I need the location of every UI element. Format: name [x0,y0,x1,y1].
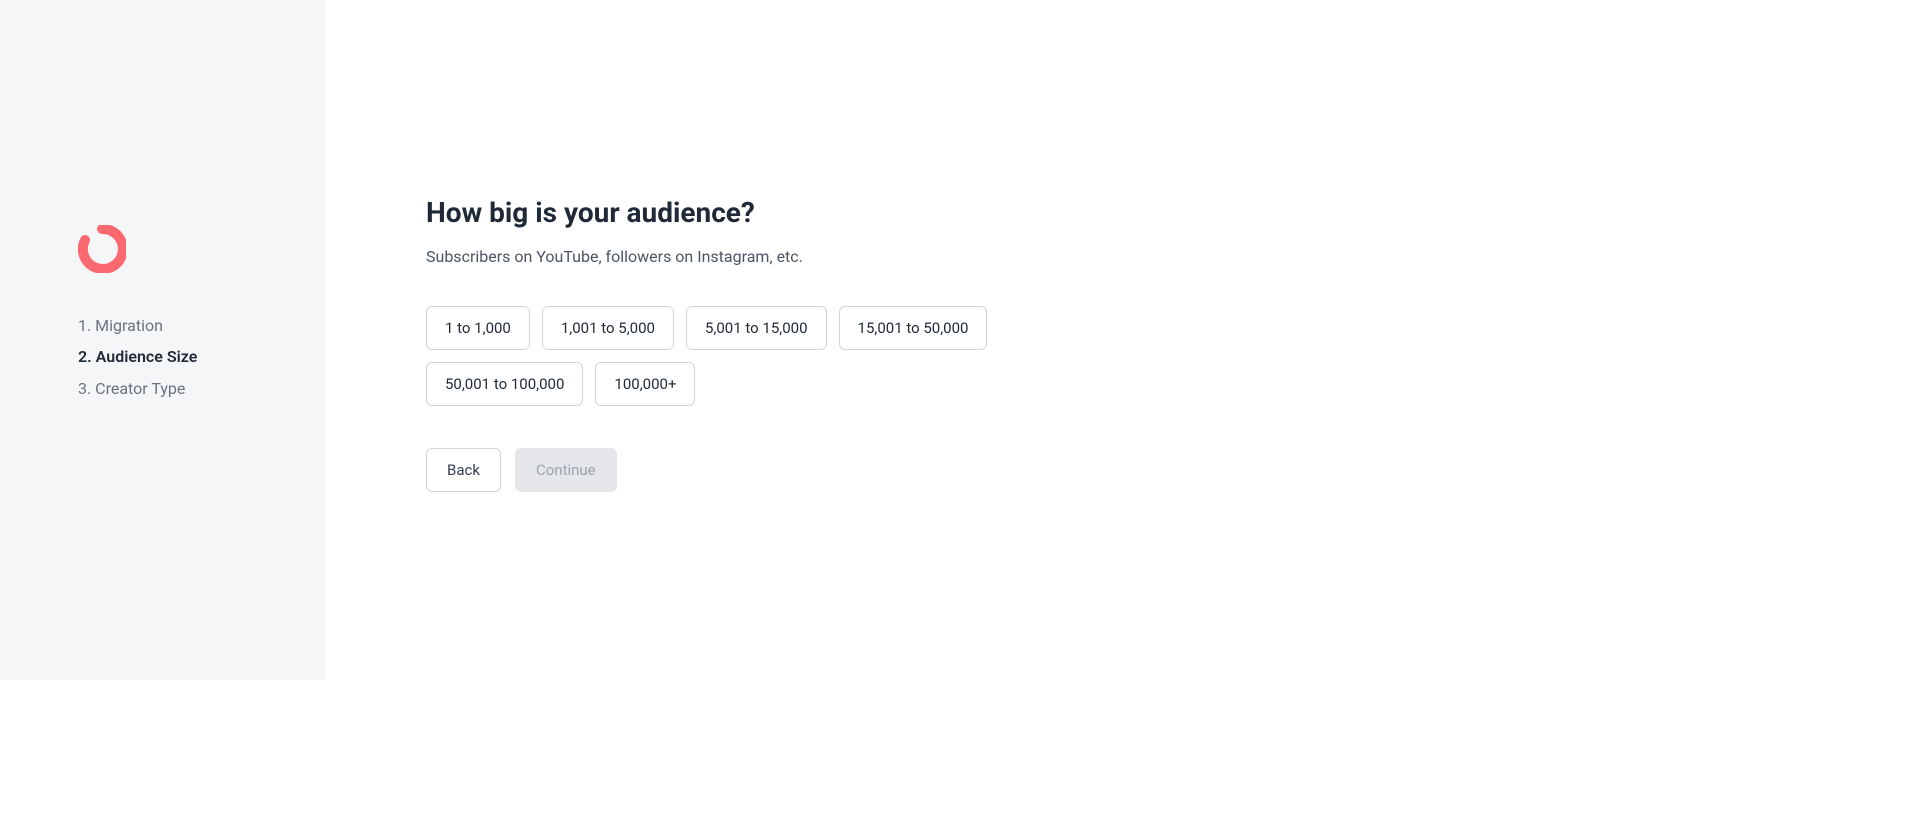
page-title: How big is your audience? [426,196,1126,229]
step-creator-type[interactable]: 3. Creator Type [78,376,326,402]
step-migration[interactable]: 1. Migration [78,313,326,339]
logo-icon [78,225,326,277]
option-1-to-1000[interactable]: 1 to 1,000 [426,306,530,350]
option-1001-to-5000[interactable]: 1,001 to 5,000 [542,306,674,350]
back-button[interactable]: Back [426,448,501,492]
option-100000-plus[interactable]: 100,000+ [595,362,695,406]
sidebar: 1. Migration 2. Audience Size 3. Creator… [0,0,326,680]
option-5001-to-15000[interactable]: 5,001 to 15,000 [686,306,827,350]
nav-buttons: Back Continue [426,448,1126,492]
option-50001-to-100000[interactable]: 50,001 to 100,000 [426,362,583,406]
option-15001-to-50000[interactable]: 15,001 to 50,000 [839,306,988,350]
continue-button[interactable]: Continue [515,448,617,492]
main-content: How big is your audience? Subscribers on… [326,0,1920,830]
step-audience-size[interactable]: 2. Audience Size [78,344,326,370]
page-subtitle: Subscribers on YouTube, followers on Ins… [426,247,1126,266]
audience-options: 1 to 1,000 1,001 to 5,000 5,001 to 15,00… [426,306,1126,406]
step-list: 1. Migration 2. Audience Size 3. Creator… [78,313,326,408]
